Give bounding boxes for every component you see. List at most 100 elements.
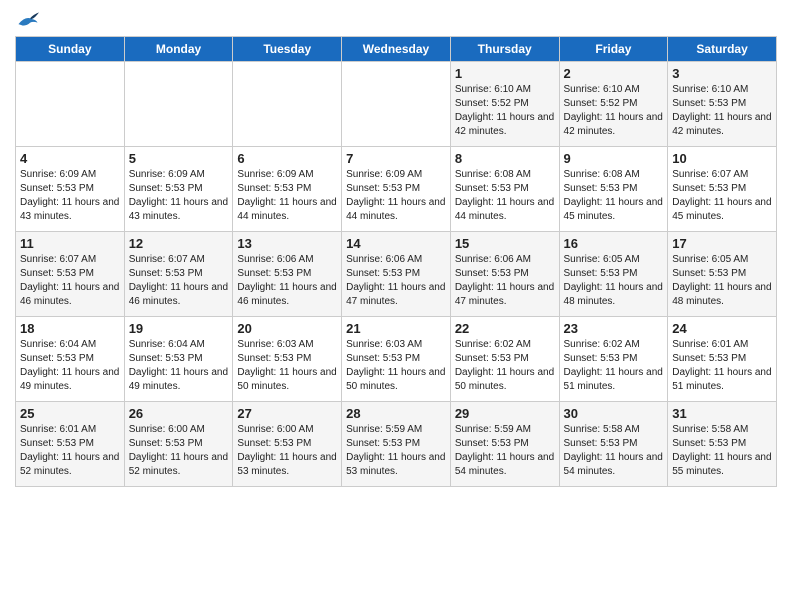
- day-info: Sunrise: 6:09 AM Sunset: 5:53 PM Dayligh…: [237, 168, 337, 224]
- day-number: 26: [129, 406, 229, 421]
- calendar-cell: 10 Sunrise: 6:07 AM Sunset: 5:53 PM Dayli…: [668, 147, 777, 232]
- day-number: 17: [672, 236, 772, 251]
- day-info: Sunrise: 6:10 AM Sunset: 5:52 PM Dayligh…: [564, 83, 664, 139]
- calendar-cell: 21 Sunrise: 6:03 AM Sunset: 5:53 PM Dayli…: [342, 317, 451, 402]
- day-info: Sunrise: 6:07 AM Sunset: 5:53 PM Dayligh…: [129, 253, 229, 309]
- day-info: Sunrise: 6:00 AM Sunset: 5:53 PM Dayligh…: [129, 423, 229, 479]
- calendar-cell: [342, 62, 451, 147]
- calendar-cell: 5 Sunrise: 6:09 AM Sunset: 5:53 PM Daylig…: [124, 147, 233, 232]
- calendar-cell: 22Sunrise: 6:02 AM Sunset: 5:53 PM Dayli…: [450, 317, 559, 402]
- calendar-cell: 29 Sunrise: 5:59 AM Sunset: 5:53 PM Dayli…: [450, 402, 559, 487]
- calendar-cell: 14Sunrise: 6:06 AM Sunset: 5:53 PM Dayli…: [342, 232, 451, 317]
- day-number: 2: [564, 66, 664, 81]
- day-info: Sunrise: 6:07 AM Sunset: 5:53 PM Dayligh…: [20, 253, 120, 309]
- calendar-cell: 2 Sunrise: 6:10 AM Sunset: 5:52 PM Daylig…: [559, 62, 668, 147]
- calendar-cell: 18 Sunrise: 6:04 AM Sunset: 5:53 PM Dayli…: [16, 317, 125, 402]
- day-number: 3: [672, 66, 772, 81]
- calendar-cell: 13 Sunrise: 6:06 AM Sunset: 5:53 PM Dayli…: [233, 232, 342, 317]
- day-info: Sunrise: 6:01 AM Sunset: 5:53 PM Dayligh…: [672, 338, 772, 394]
- day-info: Sunrise: 6:07 AM Sunset: 5:53 PM Dayligh…: [672, 168, 772, 224]
- calendar-cell: 17 Sunrise: 6:05 AM Sunset: 5:53 PM Dayli…: [668, 232, 777, 317]
- calendar-week-row: 18 Sunrise: 6:04 AM Sunset: 5:53 PM Dayli…: [16, 317, 777, 402]
- calendar-cell: 7 Sunrise: 6:09 AM Sunset: 5:53 PM Daylig…: [342, 147, 451, 232]
- calendar-cell: 11 Sunrise: 6:07 AM Sunset: 5:53 PM Dayli…: [16, 232, 125, 317]
- day-info: Sunrise: 6:05 AM Sunset: 5:53 PM Dayligh…: [672, 253, 772, 309]
- day-number: 19: [129, 321, 229, 336]
- day-number: 21: [346, 321, 446, 336]
- day-number: 9: [564, 151, 664, 166]
- day-number: 31: [672, 406, 772, 421]
- day-info: Sunrise: 6:10 AM Sunset: 5:52 PM Dayligh…: [455, 83, 555, 139]
- day-info: Sunrise: 6:06 AM Sunset: 5:53 PM Dayligh…: [346, 253, 446, 309]
- day-info: Sunrise: 6:01 AM Sunset: 5:53 PM Dayligh…: [20, 423, 120, 479]
- day-info: Sunrise: 6:05 AM Sunset: 5:53 PM Dayligh…: [564, 253, 664, 309]
- calendar-cell: 20Sunrise: 6:03 AM Sunset: 5:53 PM Dayli…: [233, 317, 342, 402]
- day-number: 12: [129, 236, 229, 251]
- day-number: 23: [564, 321, 664, 336]
- day-number: 13: [237, 236, 337, 251]
- calendar-cell: 4Sunrise: 6:09 AM Sunset: 5:53 PM Daylig…: [16, 147, 125, 232]
- calendar-week-row: 1 Sunrise: 6:10 AM Sunset: 5:52 PM Daylig…: [16, 62, 777, 147]
- day-number: 5: [129, 151, 229, 166]
- day-number: 11: [20, 236, 120, 251]
- day-number: 25: [20, 406, 120, 421]
- calendar-week-row: 11 Sunrise: 6:07 AM Sunset: 5:53 PM Dayli…: [16, 232, 777, 317]
- day-info: Sunrise: 6:03 AM Sunset: 5:53 PM Dayligh…: [237, 338, 337, 394]
- calendar-cell: 26 Sunrise: 6:00 AM Sunset: 5:53 PM Dayli…: [124, 402, 233, 487]
- day-of-week-header: Wednesday: [342, 37, 451, 62]
- day-of-week-header: Monday: [124, 37, 233, 62]
- day-of-week-header: Friday: [559, 37, 668, 62]
- calendar-cell: 24 Sunrise: 6:01 AM Sunset: 5:53 PM Dayli…: [668, 317, 777, 402]
- calendar-cell: 8 Sunrise: 6:08 AM Sunset: 5:53 PM Daylig…: [450, 147, 559, 232]
- calendar-cell: 30 Sunrise: 5:58 AM Sunset: 5:53 PM Dayli…: [559, 402, 668, 487]
- day-info: Sunrise: 6:09 AM Sunset: 5:53 PM Dayligh…: [346, 168, 446, 224]
- day-info: Sunrise: 6:06 AM Sunset: 5:53 PM Dayligh…: [455, 253, 555, 309]
- day-of-week-header: Sunday: [16, 37, 125, 62]
- calendar-cell: [16, 62, 125, 147]
- calendar-cell: 27 Sunrise: 6:00 AM Sunset: 5:53 PM Dayli…: [233, 402, 342, 487]
- day-number: 4: [20, 151, 120, 166]
- day-info: Sunrise: 6:09 AM Sunset: 5:53 PM Dayligh…: [129, 168, 229, 224]
- day-info: Sunrise: 6:03 AM Sunset: 5:53 PM Dayligh…: [346, 338, 446, 394]
- day-info: Sunrise: 5:58 AM Sunset: 5:53 PM Dayligh…: [564, 423, 664, 479]
- calendar-cell: 15 Sunrise: 6:06 AM Sunset: 5:53 PM Dayli…: [450, 232, 559, 317]
- day-number: 24: [672, 321, 772, 336]
- day-info: Sunrise: 5:59 AM Sunset: 5:53 PM Dayligh…: [455, 423, 555, 479]
- day-number: 8: [455, 151, 555, 166]
- day-info: Sunrise: 6:08 AM Sunset: 5:53 PM Dayligh…: [564, 168, 664, 224]
- calendar-header: SundayMondayTuesdayWednesdayThursdayFrid…: [16, 37, 777, 62]
- calendar-cell: 12 Sunrise: 6:07 AM Sunset: 5:53 PM Dayli…: [124, 232, 233, 317]
- day-number: 1: [455, 66, 555, 81]
- day-info: Sunrise: 6:04 AM Sunset: 5:53 PM Dayligh…: [129, 338, 229, 394]
- calendar-cell: 16 Sunrise: 6:05 AM Sunset: 5:53 PM Dayli…: [559, 232, 668, 317]
- day-number: 30: [564, 406, 664, 421]
- day-info: Sunrise: 6:00 AM Sunset: 5:53 PM Dayligh…: [237, 423, 337, 479]
- calendar-cell: 25 Sunrise: 6:01 AM Sunset: 5:53 PM Dayli…: [16, 402, 125, 487]
- calendar-cell: 23 Sunrise: 6:02 AM Sunset: 5:53 PM Dayli…: [559, 317, 668, 402]
- day-of-week-header: Tuesday: [233, 37, 342, 62]
- day-of-week-header: Thursday: [450, 37, 559, 62]
- day-info: Sunrise: 5:58 AM Sunset: 5:53 PM Dayligh…: [672, 423, 772, 479]
- calendar-cell: [124, 62, 233, 147]
- day-number: 10: [672, 151, 772, 166]
- day-number: 6: [237, 151, 337, 166]
- calendar-cell: 9 Sunrise: 6:08 AM Sunset: 5:53 PM Daylig…: [559, 147, 668, 232]
- calendar-body: 1 Sunrise: 6:10 AM Sunset: 5:52 PM Daylig…: [16, 62, 777, 487]
- page-header: [15, 10, 777, 28]
- calendar-cell: 31 Sunrise: 5:58 AM Sunset: 5:53 PM Dayli…: [668, 402, 777, 487]
- day-number: 18: [20, 321, 120, 336]
- day-info: Sunrise: 5:59 AM Sunset: 5:53 PM Dayligh…: [346, 423, 446, 479]
- day-number: 7: [346, 151, 446, 166]
- day-number: 29: [455, 406, 555, 421]
- day-info: Sunrise: 6:02 AM Sunset: 5:53 PM Dayligh…: [564, 338, 664, 394]
- day-info: Sunrise: 6:08 AM Sunset: 5:53 PM Dayligh…: [455, 168, 555, 224]
- day-info: Sunrise: 6:02 AM Sunset: 5:53 PM Dayligh…: [455, 338, 555, 394]
- day-number: 15: [455, 236, 555, 251]
- calendar-week-row: 25 Sunrise: 6:01 AM Sunset: 5:53 PM Dayli…: [16, 402, 777, 487]
- day-info: Sunrise: 6:04 AM Sunset: 5:53 PM Dayligh…: [20, 338, 120, 394]
- day-info: Sunrise: 6:06 AM Sunset: 5:53 PM Dayligh…: [237, 253, 337, 309]
- day-number: 27: [237, 406, 337, 421]
- day-number: 16: [564, 236, 664, 251]
- calendar-table: SundayMondayTuesdayWednesdayThursdayFrid…: [15, 36, 777, 487]
- calendar-week-row: 4 Sunrise: 6:09 AM Sunset: 5:53 PM Daylig…: [16, 147, 777, 232]
